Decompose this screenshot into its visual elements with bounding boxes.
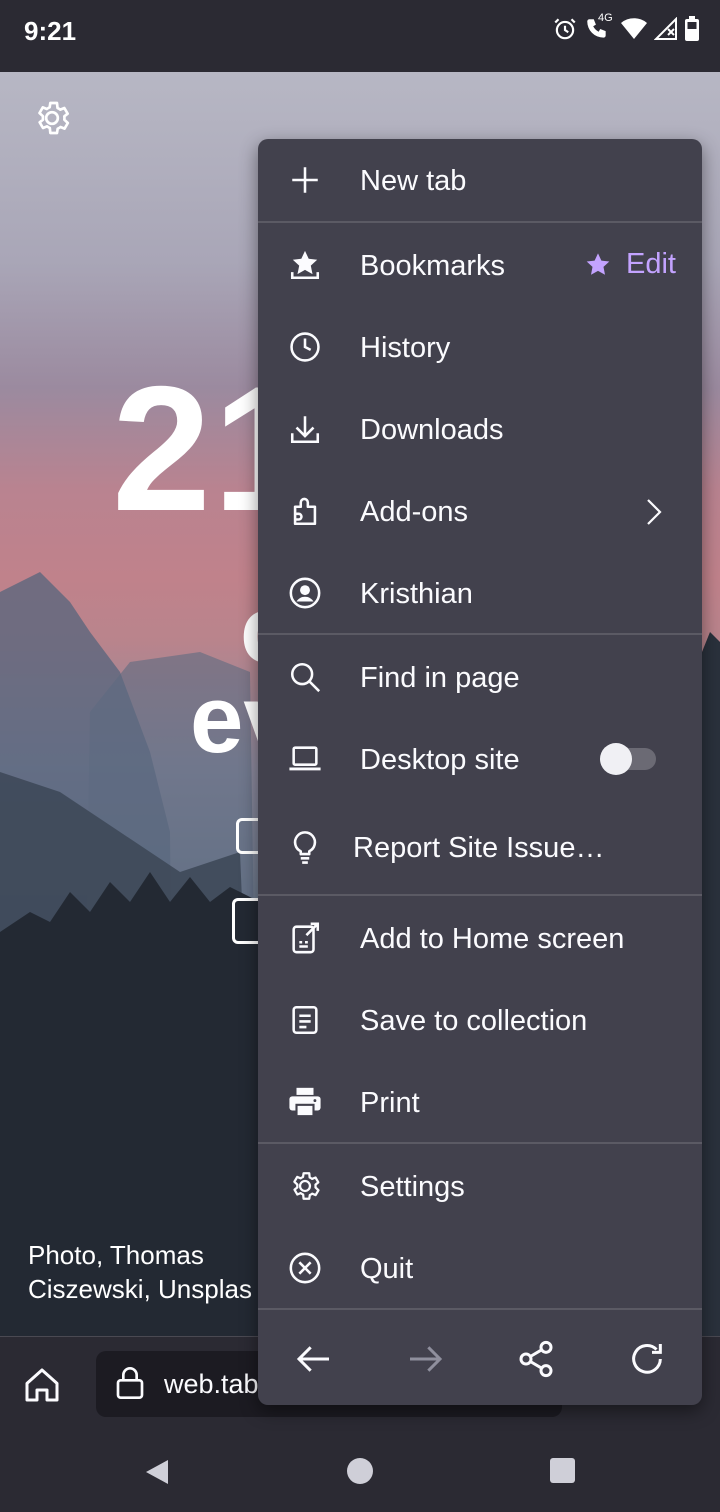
divider xyxy=(258,633,702,635)
menu-item-save-collection[interactable]: Save to collection xyxy=(258,979,702,1061)
photo-credit: Photo, Thomas Ciszewski, Unsplas xyxy=(28,1240,252,1304)
share-icon[interactable] xyxy=(516,1339,556,1379)
menu-item-new-tab[interactable]: New tab xyxy=(258,139,702,221)
menu-item-label: Settings xyxy=(360,1171,465,1203)
menu-item-quit[interactable]: Quit xyxy=(258,1227,702,1309)
wifi-icon xyxy=(621,18,647,39)
menu-item-label: Find in page xyxy=(360,662,520,694)
account-icon xyxy=(289,577,321,609)
status-bar: 9:21 4G xyxy=(0,0,720,72)
browser-main-menu: New tab Bookmarks Edit History Downloads… xyxy=(258,139,702,1405)
menu-item-label: Downloads xyxy=(360,414,504,446)
desktop-site-toggle[interactable] xyxy=(600,743,656,775)
divider xyxy=(258,1142,702,1144)
menu-item-downloads[interactable]: Downloads xyxy=(258,388,702,470)
home-icon[interactable] xyxy=(22,1365,62,1405)
battery-icon xyxy=(685,16,699,41)
printer-icon xyxy=(289,1087,321,1118)
menu-item-label: Save to collection xyxy=(360,1005,588,1037)
menu-item-bookmarks[interactable]: Bookmarks Edit xyxy=(258,224,702,306)
menu-item-report-issue[interactable]: Report Site Issue… xyxy=(258,806,702,888)
status-time: 9:21 xyxy=(24,16,77,46)
divider xyxy=(258,894,702,896)
bookmarks-star-icon xyxy=(290,250,320,280)
url-text[interactable]: web.tab xyxy=(164,1369,259,1400)
download-icon xyxy=(290,416,320,444)
add-to-home-icon xyxy=(292,922,320,954)
menu-item-add-home[interactable]: Add to Home screen xyxy=(258,897,702,979)
menu-item-label: Add to Home screen xyxy=(360,923,625,955)
edit-label: Edit xyxy=(626,248,676,280)
divider xyxy=(258,221,702,223)
menu-item-desktop-site[interactable]: Desktop site xyxy=(258,718,702,800)
nav-back-icon[interactable] xyxy=(144,1458,170,1486)
menu-item-print[interactable]: Print xyxy=(258,1061,702,1143)
menu-item-label: Add-ons xyxy=(360,496,469,528)
back-arrow-icon[interactable] xyxy=(294,1339,334,1379)
menu-item-label: Bookmarks xyxy=(360,250,506,282)
menu-item-label: Desktop site xyxy=(360,744,520,776)
lightbulb-icon xyxy=(293,831,317,864)
collection-icon xyxy=(292,1005,318,1035)
alarm-icon xyxy=(554,18,576,40)
menu-item-account[interactable]: Kristhian xyxy=(258,552,702,634)
nav-home-icon[interactable] xyxy=(347,1458,373,1484)
menu-item-label: History xyxy=(360,332,451,364)
forward-arrow-icon[interactable] xyxy=(405,1339,445,1379)
menu-item-label: Print xyxy=(360,1087,420,1119)
cell-signal-icon xyxy=(654,17,677,40)
nav-recents-icon[interactable] xyxy=(550,1458,575,1483)
menu-item-label: Kristhian xyxy=(360,578,473,610)
menu-item-settings[interactable]: Settings xyxy=(258,1145,702,1227)
menu-item-label: Quit xyxy=(360,1253,414,1285)
network-type-label: 4G xyxy=(598,12,613,24)
call-4g-icon: 4G xyxy=(584,12,614,42)
star-icon xyxy=(586,252,610,275)
clock-icon xyxy=(290,332,320,362)
menu-item-addons[interactable]: Add-ons xyxy=(258,470,702,552)
menu-navigation-row xyxy=(258,1311,702,1405)
menu-item-find-in-page[interactable]: Find in page xyxy=(258,636,702,718)
close-circle-icon xyxy=(289,1252,321,1284)
menu-item-label: Report Site Issue… xyxy=(353,832,605,864)
laptop-icon xyxy=(289,746,321,771)
toggle-knob xyxy=(600,743,632,775)
lock-icon xyxy=(116,1367,144,1399)
system-nav-bar xyxy=(0,1436,720,1512)
puzzle-icon xyxy=(293,497,317,526)
menu-item-history[interactable]: History xyxy=(258,306,702,388)
settings-gear-icon[interactable] xyxy=(32,98,72,138)
gear-icon xyxy=(293,1172,320,1200)
plus-icon xyxy=(292,167,318,193)
menu-item-label: New tab xyxy=(360,165,467,197)
divider xyxy=(258,1308,702,1310)
edit-bookmarks-button[interactable]: Edit xyxy=(584,248,676,281)
chevron-right-icon xyxy=(647,499,662,525)
reload-icon[interactable] xyxy=(627,1339,667,1379)
search-icon xyxy=(290,662,321,693)
